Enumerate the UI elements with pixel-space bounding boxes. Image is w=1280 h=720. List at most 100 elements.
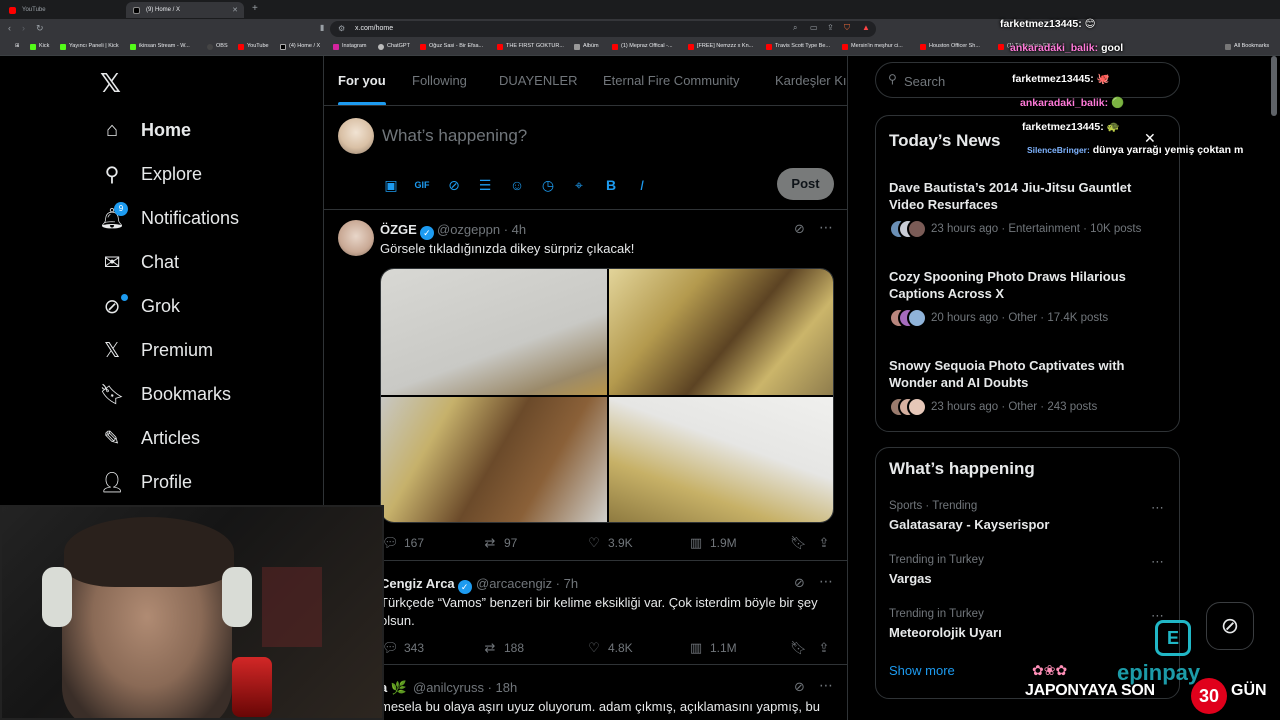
more-icon[interactable]: ⋯ — [819, 219, 833, 236]
bookmark-button[interactable]: 🔖︎ — [790, 640, 812, 656]
tweet-media-grid[interactable] — [380, 268, 834, 523]
bookmark-item[interactable]: (4) Home / X — [280, 43, 320, 50]
location-icon[interactable]: ⌖ — [570, 177, 588, 194]
nav-item-bookmarks[interactable]: 🔖︎ Bookmarks — [99, 374, 231, 414]
tab-following[interactable]: Following — [412, 73, 467, 88]
more-icon[interactable]: ⋯ — [819, 677, 833, 694]
browser-tab-youtube[interactable]: YouTube — [2, 2, 124, 18]
bookmark-tab-icon[interactable]: ▮ — [320, 23, 324, 32]
trend-name[interactable]: Galatasaray - Kayserispor — [889, 517, 1049, 532]
views-button[interactable]: ▥ 1.1M — [688, 640, 737, 656]
tweet-handle[interactable]: @ozgeppn · 4h — [437, 222, 526, 237]
cast-icon[interactable]: ▭ — [810, 23, 818, 32]
nav-item-chat[interactable]: ✉ Chat — [100, 242, 179, 282]
zoom-icon[interactable]: ⌕ — [793, 23, 797, 33]
bookmark-item[interactable]: Yayıncı Paneli | Kick — [60, 43, 119, 50]
brave-shield-icon[interactable]: ⛉ — [844, 23, 850, 33]
tab-eternal-fire[interactable]: Eternal Fire Community — [603, 73, 740, 88]
news-headline[interactable]: Snowy Sequoia Photo Captivates with Wond… — [889, 357, 1159, 391]
bookmark-item[interactable]: OBS — [207, 43, 228, 50]
grok-floating-button[interactable]: ⊘ — [1206, 602, 1254, 650]
tab-kardesler[interactable]: Kardeşler Kı — [775, 73, 847, 88]
like-button[interactable]: ♡ 3.9K — [586, 535, 633, 551]
rewards-icon[interactable]: ▲ — [862, 23, 870, 32]
reply-button[interactable]: 💬︎ 343 — [382, 640, 424, 656]
bookmark-item[interactable]: Houston Officer Sh... — [920, 43, 980, 50]
bookmark-item[interactable]: Albüm — [574, 43, 599, 50]
more-icon[interactable]: ⋯ — [819, 573, 833, 590]
reload-icon[interactable]: ↻ — [36, 23, 44, 34]
tweet-author[interactable]: ÖZGE ✓ — [380, 222, 434, 240]
more-icon[interactable]: ⋯ — [1151, 500, 1164, 516]
avatar[interactable] — [338, 118, 374, 154]
media-image[interactable] — [609, 397, 833, 522]
image-icon[interactable]: ▣ — [382, 177, 400, 194]
nav-item-profile[interactable]: 👤︎ Profile — [99, 462, 192, 502]
close-tab-icon[interactable]: ✕ — [232, 6, 238, 14]
avatar[interactable] — [338, 220, 374, 256]
repost-button[interactable]: ⇄ 97 — [482, 535, 518, 551]
gif-icon[interactable]: GIF — [413, 180, 431, 190]
bookmark-item[interactable]: Instagram — [333, 43, 366, 50]
browser-tab-x[interactable]: (9) Home / X ✕ — [126, 2, 244, 18]
bookmark-item[interactable]: Travis Scott Type Be... — [766, 43, 830, 50]
bookmark-item[interactable]: (1) Mepraz Offical -... — [612, 43, 673, 50]
share-icon[interactable]: ⇪ — [827, 23, 834, 32]
tweet-author[interactable]: a 🌿 — [380, 680, 407, 696]
tweet-handle[interactable]: @anilcyruss · 18h — [413, 680, 517, 695]
forward-icon[interactable]: › — [22, 23, 25, 33]
share-button[interactable]: ⇪ — [816, 535, 838, 551]
news-headline[interactable]: Dave Bautista’s 2014 Jiu-Jitsu Gauntlet … — [889, 179, 1159, 213]
emoji-icon[interactable]: ☺ — [508, 177, 526, 193]
tweet[interactable]: ÖZGE ✓ @ozgeppn · 4h ⊘ ⋯ Görsele tıkladığ… — [324, 210, 848, 561]
bookmark-item[interactable]: ikinsan Stream - W... — [130, 43, 190, 50]
tab-duayenler[interactable]: DUAYENLER — [499, 73, 578, 88]
tweet-author[interactable]: Cengiz Arca ✓ — [380, 576, 472, 594]
share-button[interactable]: ⇪ — [816, 640, 838, 656]
apps-icon[interactable]: ⊞ — [6, 43, 20, 49]
tweet-handle[interactable]: @arcacengiz · 7h — [476, 576, 578, 591]
more-icon[interactable]: ⋯ — [1151, 554, 1164, 570]
nav-item-articles[interactable]: ✎ Articles — [100, 418, 200, 458]
bookmark-button[interactable]: 🔖︎ — [790, 535, 812, 551]
trend-name[interactable]: Vargas — [889, 571, 932, 586]
nav-item-grok[interactable]: ⊘ Grok — [100, 286, 180, 326]
views-button[interactable]: ▥ 1.9M — [688, 535, 737, 551]
tweet[interactable]: Cengiz Arca ✓ @arcacengiz · 7h ⊘ ⋯ Türkçe… — [324, 561, 848, 665]
nav-item-premium[interactable]: 𝕏 Premium — [100, 330, 213, 370]
compose-input[interactable]: What’s happening? — [382, 126, 527, 146]
grok-icon[interactable]: ⊘ — [445, 177, 463, 194]
bookmark-item[interactable]: [FREE] Nemzzz x Kn... — [688, 43, 753, 50]
bookmark-item[interactable]: YouTube — [238, 43, 269, 50]
like-button[interactable]: ♡ 4.8K — [586, 640, 633, 656]
tab-for-you[interactable]: For you — [338, 73, 386, 88]
post-button[interactable]: Post — [777, 168, 834, 200]
grok-explain-icon[interactable]: ⊘ — [794, 575, 805, 591]
bold-icon[interactable]: B — [602, 177, 620, 193]
bookmark-item[interactable]: Mersin'in meşhur ci... — [842, 43, 903, 50]
bookmark-item[interactable]: THE FIRST GOKTUR... — [497, 43, 564, 50]
news-headline[interactable]: Cozy Spooning Photo Draws Hilarious Capt… — [889, 268, 1159, 302]
nav-item-notifications[interactable]: 🔔︎ 9 Notifications — [99, 198, 239, 238]
bookmark-item[interactable]: ChatGPT — [378, 43, 410, 50]
show-more-link[interactable]: Show more — [889, 663, 955, 678]
poll-icon[interactable]: ☰ — [476, 177, 494, 194]
repost-button[interactable]: ⇄ 188 — [482, 640, 524, 656]
grok-explain-icon[interactable]: ⊘ — [794, 679, 805, 695]
trend-name[interactable]: Meteorolojik Uyarı — [889, 625, 1002, 640]
tweet[interactable]: a 🌿 @anilcyruss · 18h ⊘ ⋯ mesela bu olay… — [324, 665, 848, 720]
schedule-icon[interactable]: ◷ — [539, 177, 557, 194]
new-tab-button[interactable]: + — [252, 3, 258, 14]
nav-item-explore[interactable]: ⚲ Explore — [100, 154, 202, 194]
reply-button[interactable]: 💬︎ 167 — [382, 535, 424, 551]
site-info-icon[interactable]: ⚙ — [338, 24, 345, 33]
close-icon[interactable]: ✕ — [1144, 130, 1156, 147]
back-icon[interactable]: ‹ — [8, 23, 11, 33]
nav-item-home[interactable]: ⌂ Home — [100, 110, 191, 150]
media-image[interactable] — [381, 269, 607, 395]
media-image[interactable] — [609, 269, 833, 395]
italic-icon[interactable]: I — [633, 177, 651, 193]
bookmark-item[interactable]: Oğuz Sasi - Bir Efsa... — [420, 43, 483, 50]
grok-explain-icon[interactable]: ⊘ — [794, 221, 805, 237]
x-logo-icon[interactable]: 𝕏 — [100, 68, 121, 99]
